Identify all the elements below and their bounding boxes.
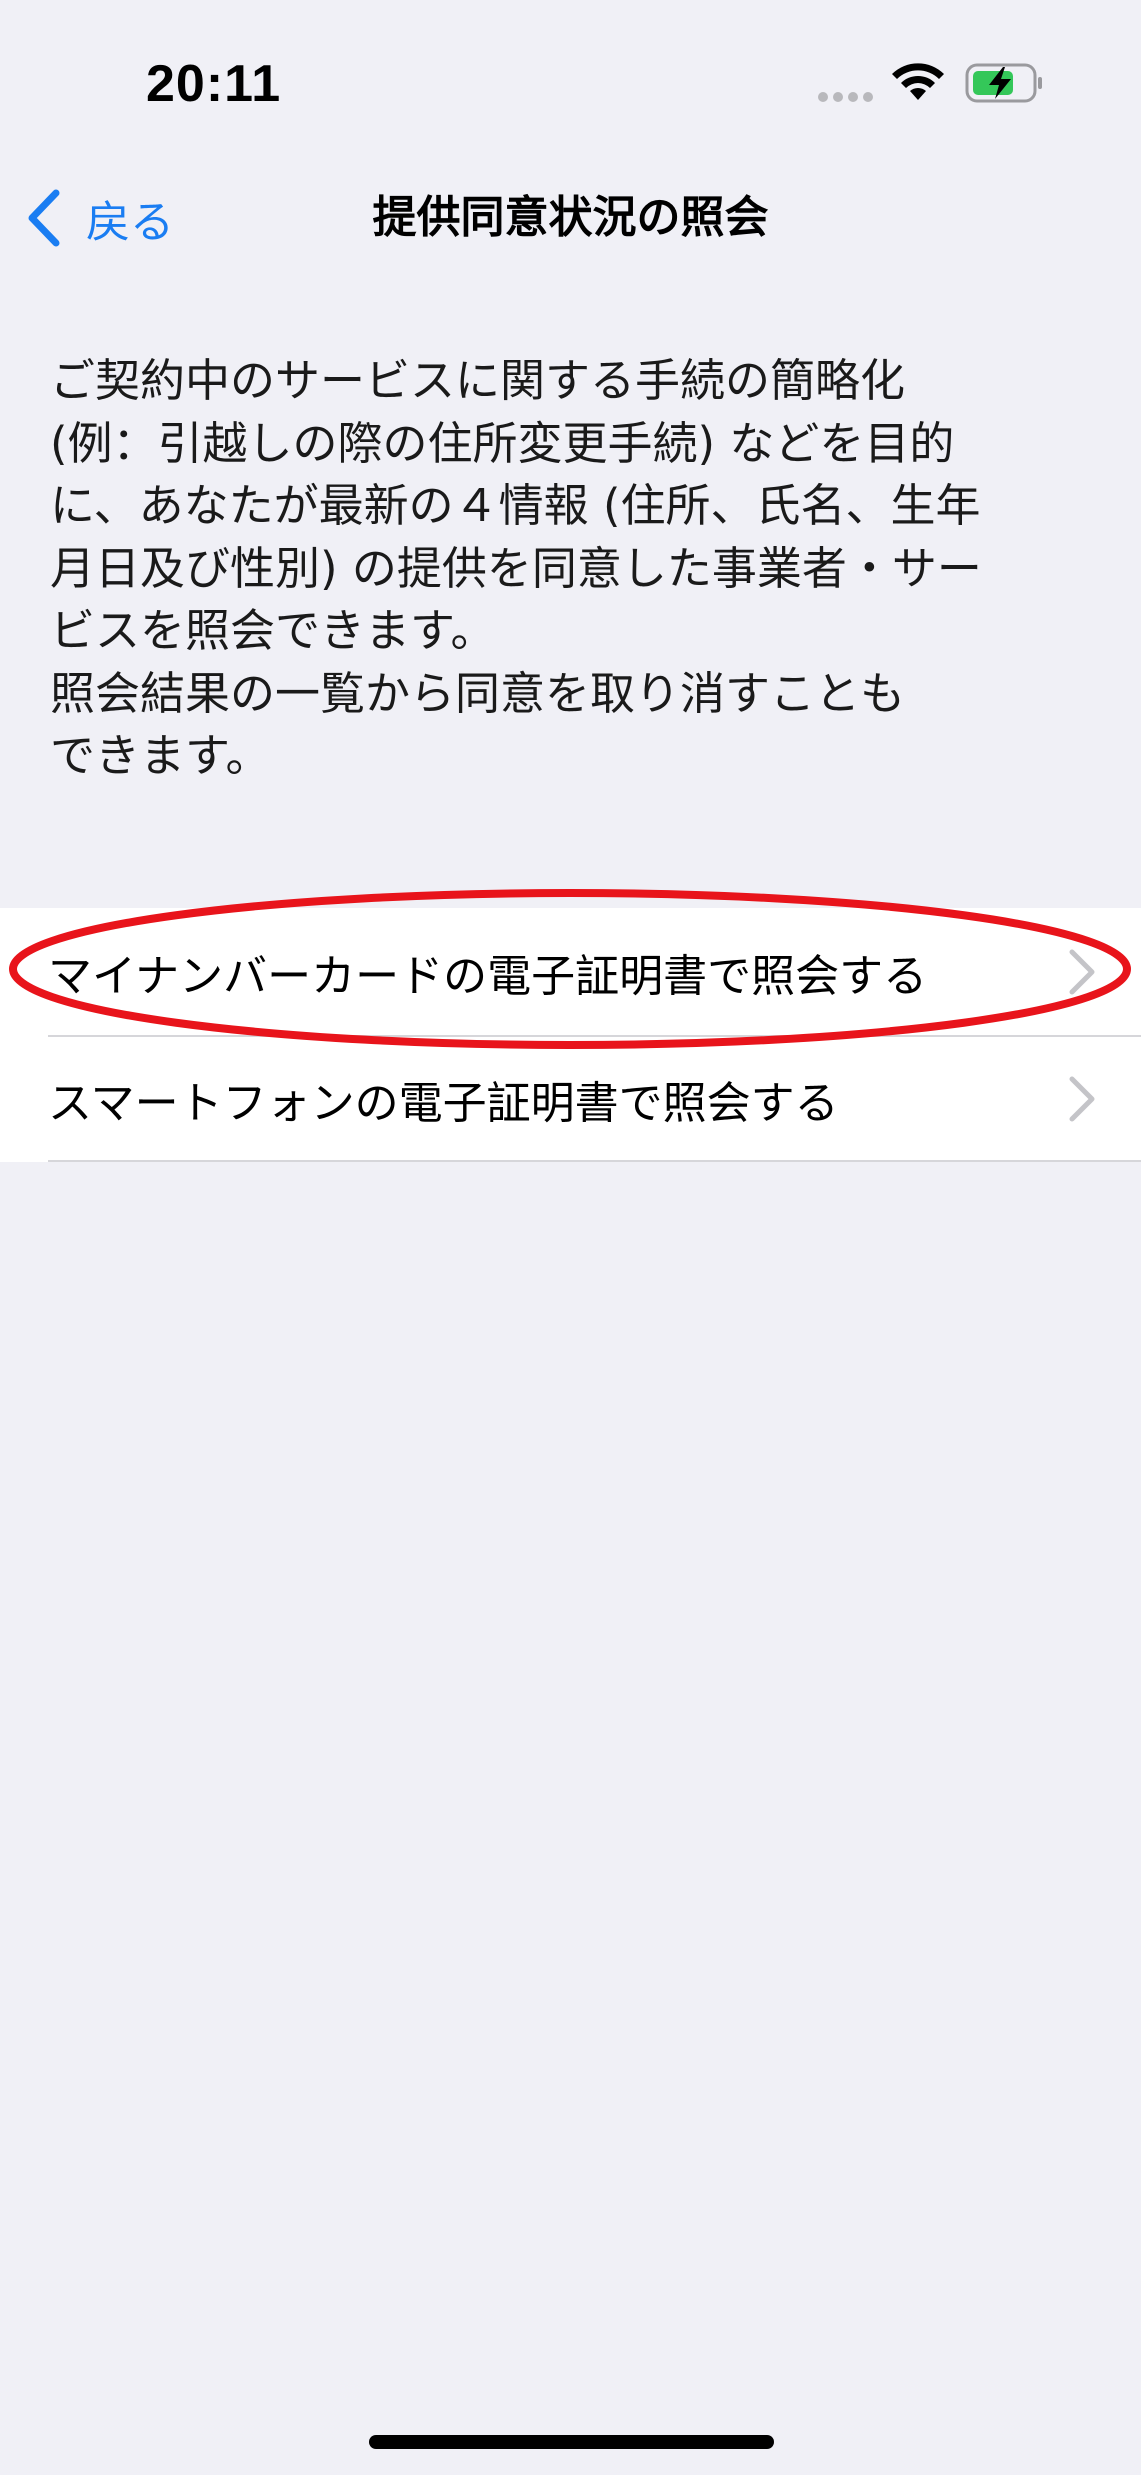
chevron-right-icon bbox=[1069, 949, 1095, 995]
inquiry-options-list: マイナンバーカードの電子証明書で照会する スマートフォンの電子証明書で照会する bbox=[0, 908, 1141, 1162]
back-button[interactable]: 戻る bbox=[24, 186, 174, 250]
chevron-right-icon bbox=[1069, 1076, 1095, 1122]
battery-charging-icon bbox=[965, 63, 1042, 103]
wifi-icon bbox=[892, 63, 944, 100]
list-item-smartphone-inquiry[interactable]: スマートフォンの電子証明書で照会する bbox=[0, 1035, 1141, 1162]
chevron-left-icon bbox=[28, 189, 60, 247]
list-item-label: マイナンバーカードの電子証明書で照会する bbox=[48, 950, 928, 1002]
back-label: 戻る bbox=[86, 197, 174, 248]
description-text: ご契約中のサービスに関する手続の簡略化 (例：引越しの際の住所変更手続) などを… bbox=[50, 354, 982, 782]
list-item-mynumber-card-inquiry[interactable]: マイナンバーカードの電子証明書で照会する bbox=[0, 908, 1141, 1035]
home-indicator[interactable] bbox=[369, 2435, 774, 2449]
status-time: 20:11 bbox=[146, 55, 282, 113]
signal-icon bbox=[818, 92, 874, 102]
list-item-label: スマートフォンの電子証明書で照会する bbox=[48, 1077, 839, 1129]
